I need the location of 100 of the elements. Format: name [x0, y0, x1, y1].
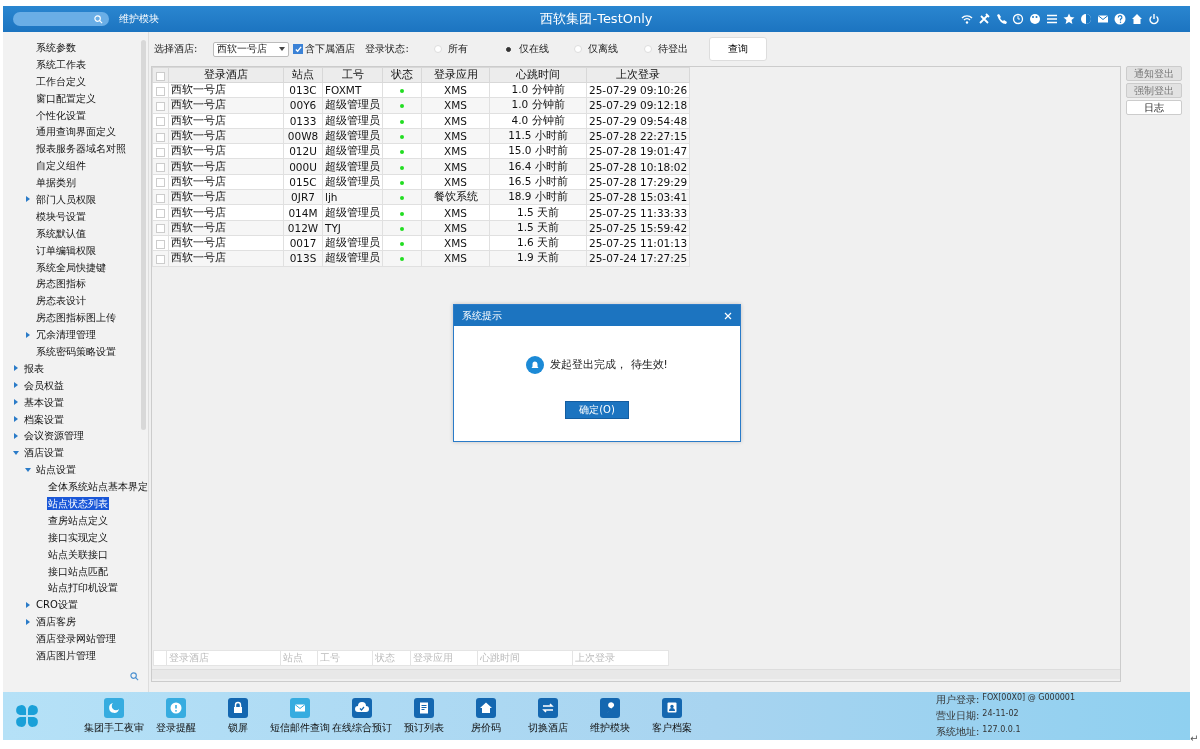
action-button[interactable]: 日志	[1126, 100, 1182, 115]
collapsed-arrow-icon[interactable]	[13, 416, 19, 423]
checkbox[interactable]	[293, 44, 304, 54]
power-icon[interactable]	[1148, 13, 1160, 25]
tree-item[interactable]: 房态图指标图上传	[35, 311, 117, 325]
dock-label[interactable]: 短信邮件查询	[270, 720, 330, 735]
tree-item[interactable]: 系统密码策略设置	[35, 344, 117, 358]
tree-item[interactable]: 档案设置	[23, 412, 65, 426]
wifi-icon[interactable]	[961, 13, 973, 25]
home-icon[interactable]	[1131, 13, 1143, 25]
dock-label[interactable]: 切换酒店	[528, 720, 568, 735]
tree-item[interactable]: 个性化设置	[35, 108, 87, 122]
collapsed-arrow-icon[interactable]	[13, 365, 19, 372]
checkbox[interactable]	[156, 71, 165, 81]
checkbox[interactable]	[156, 163, 165, 173]
tree-item[interactable]: 系统全局快捷键	[35, 260, 107, 274]
tree-item[interactable]: 部门人员权限	[35, 192, 97, 206]
close-icon[interactable]	[724, 311, 732, 320]
checkbox[interactable]	[156, 117, 165, 127]
swap-icon[interactable]	[538, 697, 558, 718]
tree-item[interactable]: 酒店设置	[23, 446, 65, 460]
tree-item[interactable]: 酒店客房	[35, 615, 77, 629]
help-icon[interactable]	[1114, 13, 1126, 25]
checkbox[interactable]	[156, 254, 165, 264]
expanded-arrow-icon[interactable]	[25, 466, 31, 473]
expanded-arrow-icon[interactable]	[13, 449, 19, 456]
checkbox[interactable]	[156, 101, 165, 111]
phone-icon[interactable]	[995, 13, 1007, 25]
search-icon[interactable]	[130, 672, 139, 681]
dock-label[interactable]: 登录提醒	[156, 720, 196, 735]
scrollbar-thumb[interactable]	[141, 40, 146, 430]
checkbox[interactable]	[156, 147, 165, 157]
checkbox[interactable]	[156, 209, 165, 218]
dock-label[interactable]: 集团手工夜审	[84, 720, 144, 735]
hotel-dropdown[interactable]: 西软一号店	[213, 41, 290, 57]
tree-item[interactable]: 报表服务器域名对照	[35, 142, 127, 156]
contact-icon[interactable]	[662, 697, 682, 718]
tree-item[interactable]: 系统默认值	[35, 226, 87, 240]
collapsed-arrow-icon[interactable]	[25, 331, 31, 338]
tree-item[interactable]: 系统参数	[35, 40, 77, 54]
mail-icon[interactable]	[290, 697, 310, 718]
column-header[interactable]: 登录应用	[421, 67, 490, 83]
checkbox[interactable]	[156, 224, 165, 234]
collapsed-arrow-icon[interactable]	[13, 432, 19, 439]
tree-item[interactable]: 单据类别	[35, 176, 77, 190]
column-header[interactable]: 心跳时间	[489, 67, 587, 83]
moon-icon[interactable]	[104, 697, 124, 718]
tree-item[interactable]: 订单编辑权限	[35, 243, 97, 257]
collapsed-arrow-icon[interactable]	[25, 601, 31, 608]
checkbox[interactable]	[156, 178, 165, 188]
tree-item[interactable]: 房态表设计	[35, 294, 87, 308]
column-header[interactable]: 上次登录	[586, 67, 690, 83]
search-field[interactable]	[13, 12, 109, 26]
tree-item[interactable]: 通用查询界面定义	[35, 125, 117, 139]
dock-label[interactable]: 房价码	[471, 720, 501, 735]
tree-item[interactable]: 站点打印机设置	[47, 581, 119, 595]
tree-item[interactable]: 窗口配置定义	[35, 91, 97, 105]
tree-item[interactable]: 酒店图片管理	[35, 649, 97, 662]
tree-item[interactable]: 会员权益	[23, 378, 65, 392]
tree-item[interactable]: 站点状态列表	[47, 497, 109, 510]
moon-icon[interactable]	[1080, 13, 1092, 25]
dock-label[interactable]: 在线综合预订	[332, 720, 392, 735]
tree-item[interactable]: 查房站点定义	[47, 513, 109, 527]
tree-item[interactable]: 自定义组件	[35, 159, 87, 173]
horizontal-scrollbar[interactable]	[152, 669, 1120, 679]
tree-item[interactable]: 接口站点匹配	[47, 564, 109, 578]
collapsed-arrow-icon[interactable]	[13, 382, 19, 389]
dock-label[interactable]: 维护模块	[590, 720, 630, 735]
clock-icon[interactable]	[1012, 13, 1024, 25]
dock-label[interactable]: 锁屏	[228, 720, 248, 735]
tree-item[interactable]: 工作台定义	[35, 74, 87, 88]
tree-item[interactable]: 会议资源管理	[23, 429, 85, 443]
tree-item[interactable]: 报表	[23, 361, 45, 375]
star-icon[interactable]	[1063, 13, 1075, 25]
lock-icon[interactable]	[228, 697, 248, 718]
cloud-icon[interactable]	[352, 697, 372, 718]
tree-item[interactable]: 房态图指标	[35, 277, 87, 291]
column-header[interactable]: 站点	[283, 67, 323, 83]
checkbox[interactable]	[156, 86, 165, 96]
menu-icon[interactable]	[1046, 13, 1058, 25]
collapsed-arrow-icon[interactable]	[25, 618, 31, 625]
tree-item[interactable]: 接口实现定义	[47, 530, 109, 544]
home-icon[interactable]	[476, 697, 496, 718]
collapsed-arrow-icon[interactable]	[13, 399, 19, 406]
tree-item[interactable]: 全体系统站点基本界定	[47, 480, 149, 494]
tree-item[interactable]: 基本设置	[23, 395, 65, 409]
tools-icon[interactable]	[978, 13, 990, 25]
tree-item[interactable]: 模块号设置	[35, 209, 87, 223]
ok-button[interactable]: 确定(O)	[565, 401, 629, 419]
document-icon[interactable]	[414, 697, 434, 718]
checkbox[interactable]	[156, 132, 165, 142]
tree-item[interactable]: 酒店登录网站管理	[35, 632, 117, 646]
tree-item[interactable]: 系统工作表	[35, 57, 87, 71]
collapsed-arrow-icon[interactable]	[25, 196, 31, 203]
alert-icon[interactable]	[166, 697, 186, 718]
mail-icon[interactable]	[1097, 13, 1109, 25]
dock-label[interactable]: 客户档案	[652, 720, 692, 735]
checkbox[interactable]	[156, 239, 165, 249]
column-header[interactable]: 登录酒店	[168, 67, 284, 83]
tree-item[interactable]: CRO设置	[35, 598, 79, 612]
